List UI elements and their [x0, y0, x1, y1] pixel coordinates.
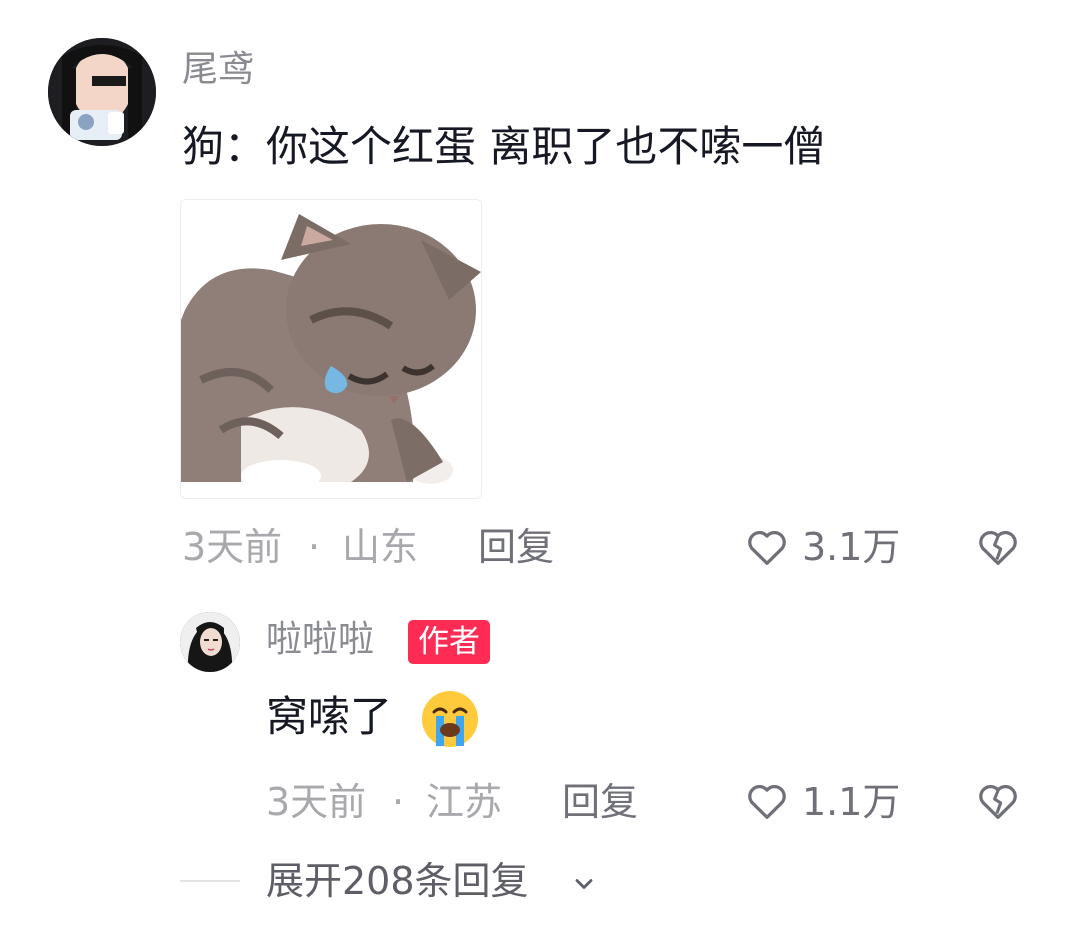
reply-item: 啦啦啦 作者 窝嗦了 3天前 · 江苏 回复 1.1万: [0, 600, 1080, 830]
broken-heart-icon: [979, 784, 1017, 819]
reply-meta-separator: ·: [392, 780, 405, 824]
comment-like-button[interactable]: [744, 524, 790, 570]
reply-time: 3天前: [266, 780, 367, 824]
sticker-image[interactable]: [180, 199, 482, 499]
heart-outline-icon: [748, 530, 786, 565]
comment-meta-separator: ·: [308, 525, 321, 569]
expand-divider: [180, 880, 240, 882]
comment-like-count: 3.1万: [802, 525, 901, 569]
crying-face-icon: [422, 691, 478, 747]
comment-dislike-button[interactable]: [974, 524, 1022, 570]
reply-location: 江苏: [426, 780, 503, 824]
chevron-down-icon: [570, 870, 598, 898]
replier-avatar[interactable]: [180, 612, 240, 672]
reply-text: 窝嗦了: [266, 692, 393, 741]
comment-item: 尾鸢 狗：你这个红蛋 离职了也不嗦一僧 3天前 · 山东 回复 3.1万: [0, 0, 1080, 600]
broken-heart-icon: [979, 530, 1017, 565]
commenter-avatar[interactable]: [48, 38, 156, 146]
comment-location: 山东: [342, 525, 419, 569]
replier-username[interactable]: 啦啦啦: [266, 622, 374, 658]
reply-like-count: 1.1万: [802, 780, 901, 824]
reply-reply-button[interactable]: 回复: [562, 783, 638, 821]
commenter-username[interactable]: 尾鸢: [182, 52, 254, 88]
expand-replies-button[interactable]: 展开208条回复: [266, 862, 529, 900]
comment-text: 狗：你这个红蛋 离职了也不嗦一僧: [182, 122, 826, 171]
expand-replies-row[interactable]: 展开208条回复: [0, 850, 1080, 920]
reply-like-button[interactable]: [744, 778, 790, 824]
comment-time: 3天前: [182, 525, 283, 569]
crying-kitten-sticker: [181, 200, 481, 498]
author-badge: 作者: [408, 620, 490, 664]
comment-reply-button[interactable]: 回复: [478, 528, 554, 566]
heart-outline-icon: [748, 784, 786, 819]
crying-face-emoji: [418, 688, 482, 750]
reply-dislike-button[interactable]: [974, 778, 1022, 824]
